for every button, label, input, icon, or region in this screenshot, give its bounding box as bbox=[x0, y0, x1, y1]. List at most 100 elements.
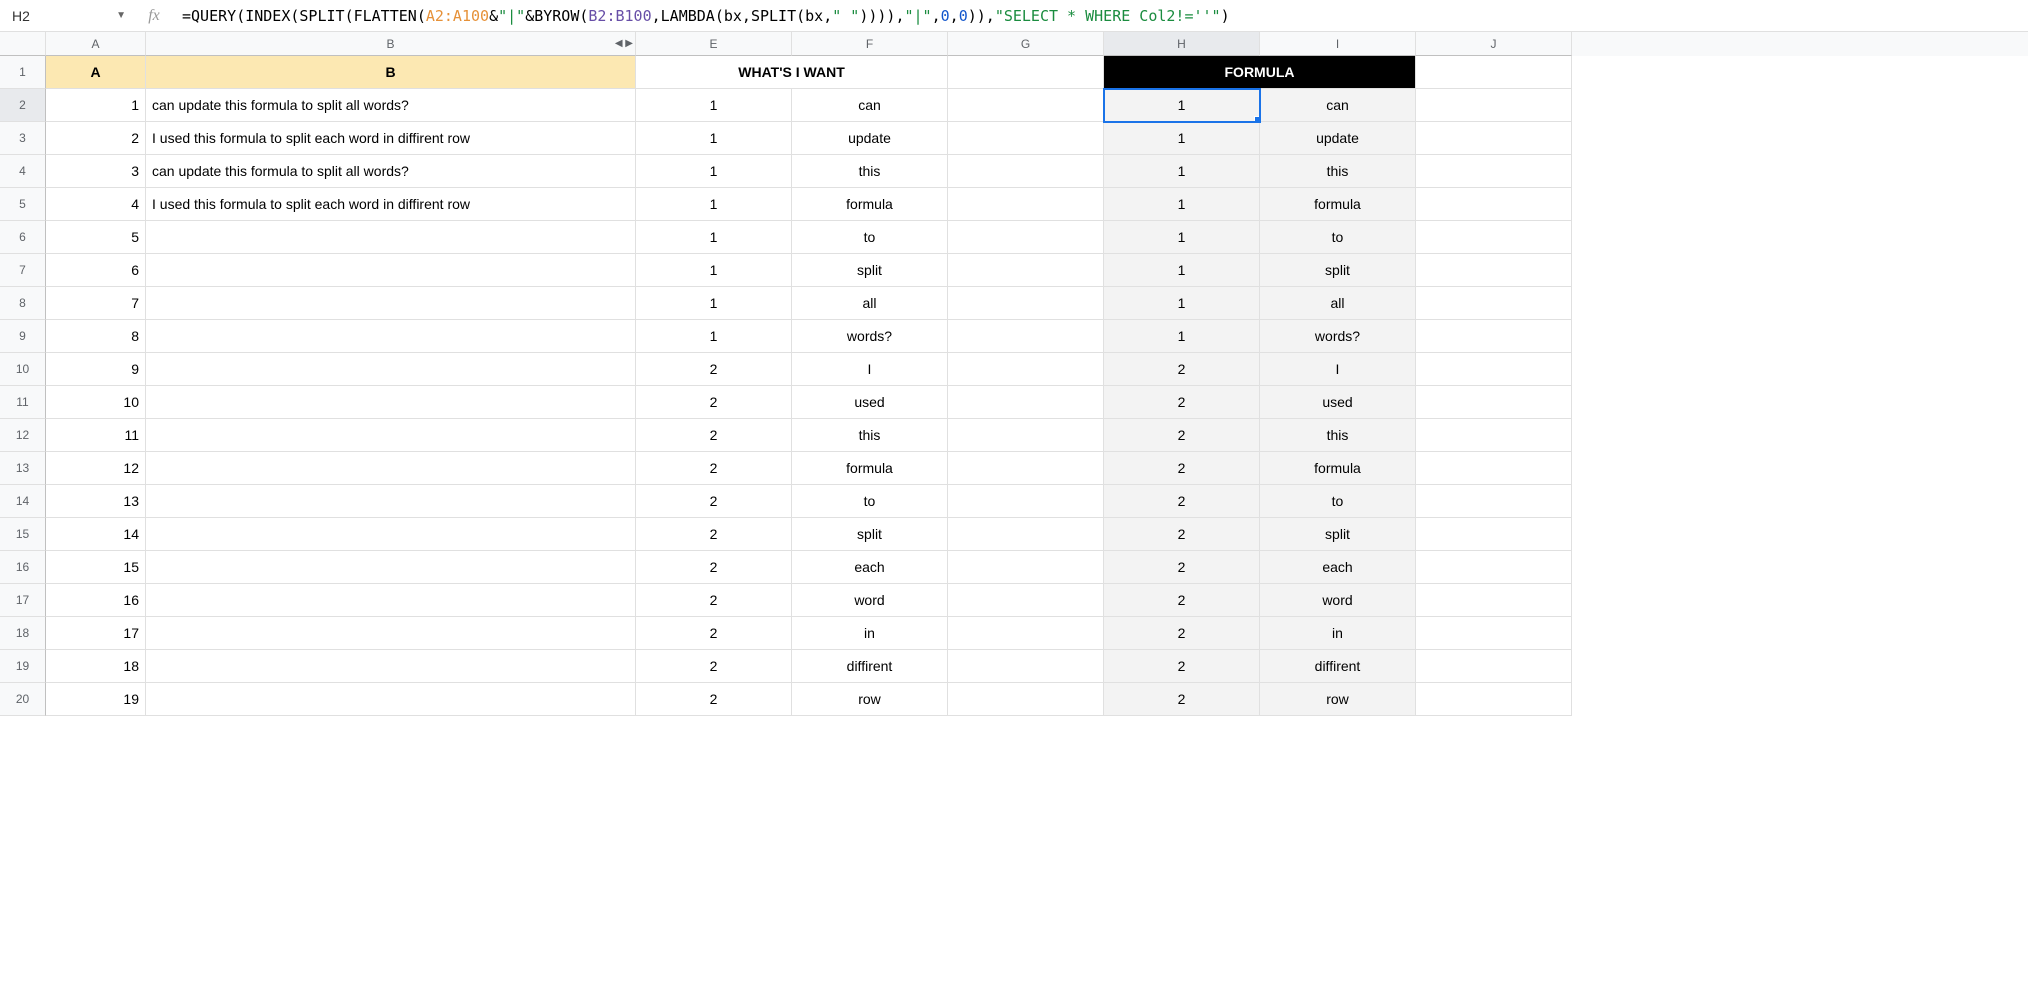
column-header-G[interactable]: G bbox=[948, 32, 1104, 56]
cell[interactable]: can bbox=[1260, 89, 1416, 122]
cell[interactable]: 1 bbox=[1104, 221, 1260, 254]
cell[interactable]: 9 bbox=[46, 353, 146, 386]
cell[interactable]: diffirent bbox=[1260, 650, 1416, 683]
cell[interactable]: 5 bbox=[46, 221, 146, 254]
cell[interactable] bbox=[1416, 89, 1572, 122]
cell[interactable]: in bbox=[1260, 617, 1416, 650]
cell[interactable]: split bbox=[1260, 518, 1416, 551]
cell[interactable]: 2 bbox=[636, 617, 792, 650]
row-header[interactable]: 11 bbox=[0, 386, 46, 419]
cell[interactable]: diffirent bbox=[792, 650, 948, 683]
column-header-E[interactable]: E bbox=[636, 32, 792, 56]
cell[interactable]: row bbox=[792, 683, 948, 716]
cell[interactable]: 2 bbox=[636, 386, 792, 419]
cell[interactable]: to bbox=[1260, 221, 1416, 254]
cell[interactable]: this bbox=[792, 419, 948, 452]
cell[interactable]: 1 bbox=[1104, 89, 1260, 122]
cell[interactable]: 18 bbox=[46, 650, 146, 683]
cell[interactable]: all bbox=[792, 287, 948, 320]
cell[interactable]: words? bbox=[1260, 320, 1416, 353]
column-header-B[interactable]: B ◀ ▶ bbox=[146, 32, 636, 56]
cell[interactable] bbox=[1416, 551, 1572, 584]
cell[interactable] bbox=[948, 254, 1104, 287]
cell[interactable]: formula bbox=[792, 188, 948, 221]
cell[interactable]: 2 bbox=[1104, 485, 1260, 518]
cell[interactable]: 19 bbox=[46, 683, 146, 716]
row-header[interactable]: 1 bbox=[0, 56, 46, 89]
cell[interactable] bbox=[948, 617, 1104, 650]
cell[interactable] bbox=[146, 254, 636, 287]
cell[interactable] bbox=[1416, 419, 1572, 452]
cell[interactable] bbox=[146, 221, 636, 254]
row-header[interactable]: 7 bbox=[0, 254, 46, 287]
cell[interactable]: split bbox=[792, 254, 948, 287]
cell[interactable]: to bbox=[792, 221, 948, 254]
cell[interactable]: split bbox=[1260, 254, 1416, 287]
cell[interactable]: this bbox=[792, 155, 948, 188]
cell[interactable]: used bbox=[792, 386, 948, 419]
cell[interactable]: 7 bbox=[46, 287, 146, 320]
cell[interactable]: 3 bbox=[46, 155, 146, 188]
cell[interactable]: 2 bbox=[1104, 386, 1260, 419]
cell[interactable] bbox=[146, 551, 636, 584]
cell[interactable]: 2 bbox=[636, 650, 792, 683]
cell[interactable]: 2 bbox=[1104, 452, 1260, 485]
cell[interactable]: 1 bbox=[1104, 122, 1260, 155]
cell[interactable]: can update this formula to split all wor… bbox=[146, 89, 636, 122]
cell[interactable]: 1 bbox=[636, 320, 792, 353]
cell[interactable] bbox=[146, 485, 636, 518]
row-header[interactable]: 17 bbox=[0, 584, 46, 617]
cell[interactable] bbox=[948, 221, 1104, 254]
cell[interactable] bbox=[1416, 617, 1572, 650]
cell[interactable]: 1 bbox=[1104, 287, 1260, 320]
cell[interactable]: I used this formula to split each word i… bbox=[146, 188, 636, 221]
cell[interactable]: 2 bbox=[46, 122, 146, 155]
cell[interactable] bbox=[948, 155, 1104, 188]
cell[interactable] bbox=[1416, 188, 1572, 221]
cell[interactable] bbox=[1416, 650, 1572, 683]
cell[interactable]: 2 bbox=[1104, 584, 1260, 617]
cell[interactable]: 1 bbox=[636, 221, 792, 254]
cell[interactable]: update bbox=[1260, 122, 1416, 155]
row-header[interactable]: 15 bbox=[0, 518, 46, 551]
column-header-H[interactable]: H bbox=[1104, 32, 1260, 56]
cell[interactable] bbox=[948, 518, 1104, 551]
select-all-corner[interactable] bbox=[0, 32, 46, 56]
cell[interactable]: 2 bbox=[1104, 683, 1260, 716]
cell[interactable] bbox=[146, 419, 636, 452]
cell[interactable]: 6 bbox=[46, 254, 146, 287]
cell[interactable]: 2 bbox=[636, 419, 792, 452]
row-header[interactable]: 9 bbox=[0, 320, 46, 353]
cell[interactable] bbox=[948, 551, 1104, 584]
cell[interactable]: 1 bbox=[636, 122, 792, 155]
cell[interactable]: 1 bbox=[1104, 254, 1260, 287]
cell[interactable] bbox=[1416, 353, 1572, 386]
cell[interactable]: this bbox=[1260, 155, 1416, 188]
formula-input[interactable]: =QUERY(INDEX(SPLIT(FLATTEN(A2:A100&"|"&B… bbox=[174, 4, 2024, 28]
cell[interactable]: in bbox=[792, 617, 948, 650]
cell[interactable]: 2 bbox=[1104, 551, 1260, 584]
cell[interactable] bbox=[146, 518, 636, 551]
cell[interactable]: 2 bbox=[636, 518, 792, 551]
cell[interactable]: word bbox=[792, 584, 948, 617]
cell[interactable] bbox=[1416, 155, 1572, 188]
cell[interactable]: 13 bbox=[46, 485, 146, 518]
cell[interactable]: 2 bbox=[636, 584, 792, 617]
cell[interactable]: 2 bbox=[636, 485, 792, 518]
cell[interactable]: 2 bbox=[636, 551, 792, 584]
cell[interactable] bbox=[1416, 221, 1572, 254]
cell[interactable] bbox=[1416, 452, 1572, 485]
cell[interactable] bbox=[1416, 683, 1572, 716]
cell[interactable]: formula bbox=[792, 452, 948, 485]
cell[interactable]: formula bbox=[1260, 188, 1416, 221]
cell[interactable]: 2 bbox=[636, 683, 792, 716]
row-header[interactable]: 4 bbox=[0, 155, 46, 188]
cell[interactable]: each bbox=[1260, 551, 1416, 584]
row-header[interactable]: 3 bbox=[0, 122, 46, 155]
cell[interactable] bbox=[948, 188, 1104, 221]
cell[interactable] bbox=[948, 452, 1104, 485]
cell[interactable]: 1 bbox=[636, 188, 792, 221]
row-header[interactable]: 16 bbox=[0, 551, 46, 584]
cell[interactable]: I used this formula to split each word i… bbox=[146, 122, 636, 155]
cell[interactable]: 8 bbox=[46, 320, 146, 353]
